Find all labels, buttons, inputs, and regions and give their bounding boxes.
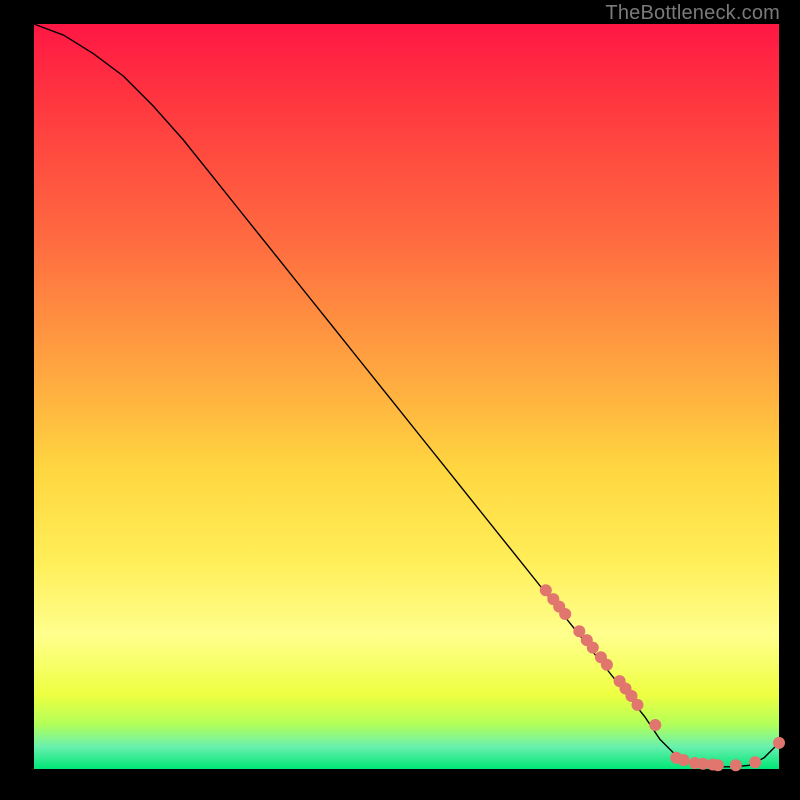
curve-marker — [559, 608, 571, 620]
curve-marker — [749, 756, 761, 768]
curve-marker — [632, 699, 644, 711]
curve-marker — [587, 642, 599, 654]
chart-overlay — [34, 24, 779, 769]
curve-line — [34, 24, 779, 767]
curve-marker — [678, 754, 690, 766]
curve-marker — [649, 719, 661, 731]
curve-marker — [712, 759, 724, 771]
curve-marker — [730, 759, 742, 771]
chart-stage: TheBottleneck.com — [0, 0, 800, 800]
attribution-text: TheBottleneck.com — [605, 2, 780, 25]
curve-markers — [540, 584, 785, 771]
curve-marker — [773, 737, 785, 749]
curve-marker — [601, 659, 613, 671]
